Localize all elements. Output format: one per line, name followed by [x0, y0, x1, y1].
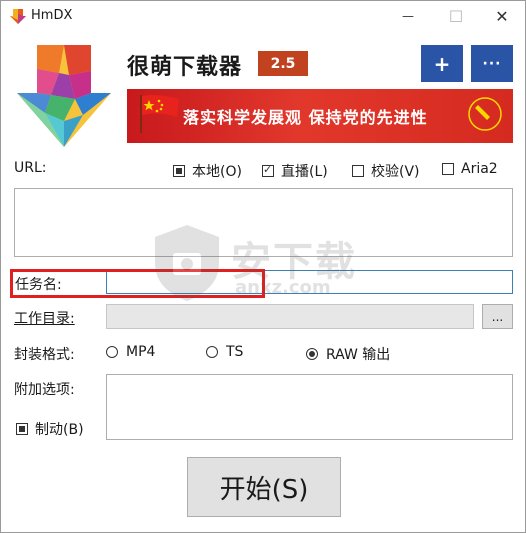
- raw-radio-label: RAW 输出: [326, 347, 391, 363]
- window-title: HmDX: [31, 8, 73, 23]
- extra-options-textarea[interactable]: [106, 374, 513, 440]
- raw-radio[interactable]: RAW 输出: [306, 344, 390, 364]
- throttle-checkbox[interactable]: 制动(B): [16, 419, 84, 439]
- aria2-checkbox-label: Aria2: [461, 161, 498, 177]
- maximize-button[interactable]: ☐: [433, 1, 479, 31]
- raw-radio-dot[interactable]: [306, 348, 318, 360]
- close-button[interactable]: ✕: [479, 1, 525, 31]
- close-icon: ✕: [495, 6, 509, 26]
- app-logo-icon: [10, 9, 26, 24]
- live-checkbox-box[interactable]: [262, 163, 274, 177]
- ts-radio-label: TS: [226, 344, 244, 360]
- version-badge: 2.5: [258, 51, 308, 76]
- workdir-label: 工作目录:: [14, 311, 75, 327]
- mp4-radio-dot[interactable]: [106, 346, 118, 358]
- local-checkbox-box[interactable]: [173, 165, 185, 177]
- throttle-checkbox-label: 制动(B): [35, 422, 84, 438]
- minimize-icon: —: [402, 9, 414, 23]
- live-checkbox-label: 直播(L): [281, 164, 328, 180]
- extra-options-label: 附加选项:: [14, 382, 75, 398]
- ts-radio[interactable]: TS: [206, 344, 243, 360]
- verify-checkbox-label: 校验(V): [371, 164, 420, 180]
- local-checkbox-label: 本地(O): [192, 164, 242, 180]
- live-checkbox[interactable]: 直播(L): [262, 161, 328, 181]
- local-checkbox[interactable]: 本地(O): [173, 161, 242, 181]
- maximize-icon: ☐: [448, 6, 464, 26]
- add-task-button[interactable]: +: [421, 45, 463, 82]
- verify-checkbox-box[interactable]: [352, 165, 364, 177]
- party-emblem-icon: [468, 97, 502, 131]
- aria2-checkbox[interactable]: Aria2: [442, 161, 498, 177]
- workdir-input[interactable]: [106, 304, 474, 329]
- app-name: 很萌下载器: [127, 55, 243, 80]
- highlight-box: [10, 269, 265, 298]
- format-label: 封装格式:: [14, 347, 75, 363]
- url-textarea[interactable]: [14, 188, 513, 257]
- minimize-button[interactable]: —: [385, 1, 431, 31]
- slogan-banner: 落实科学发展观 保持党的先进性: [127, 89, 513, 143]
- verify-checkbox[interactable]: 校验(V): [352, 161, 420, 181]
- title-bar: HmDX — ☐ ✕: [1, 1, 525, 31]
- mp4-radio-label: MP4: [126, 344, 156, 360]
- main-window: HmDX — ☐ ✕ 很萌下载器 2.5 + ··· 落实科学发展观 保持党的先…: [0, 0, 526, 533]
- url-label: URL:: [14, 160, 47, 176]
- flag-icon: [140, 95, 179, 133]
- banner-text: 落实科学发展观 保持党的先进性: [183, 108, 428, 127]
- more-button[interactable]: ···: [471, 45, 513, 82]
- throttle-checkbox-box[interactable]: [16, 423, 28, 435]
- start-button[interactable]: 开始(S): [187, 457, 341, 517]
- ts-radio-dot[interactable]: [206, 346, 218, 358]
- browse-button[interactable]: ...: [482, 304, 513, 329]
- mp4-radio[interactable]: MP4: [106, 344, 155, 360]
- aria2-checkbox-box[interactable]: [442, 163, 454, 175]
- download-arrow-logo: [17, 45, 111, 147]
